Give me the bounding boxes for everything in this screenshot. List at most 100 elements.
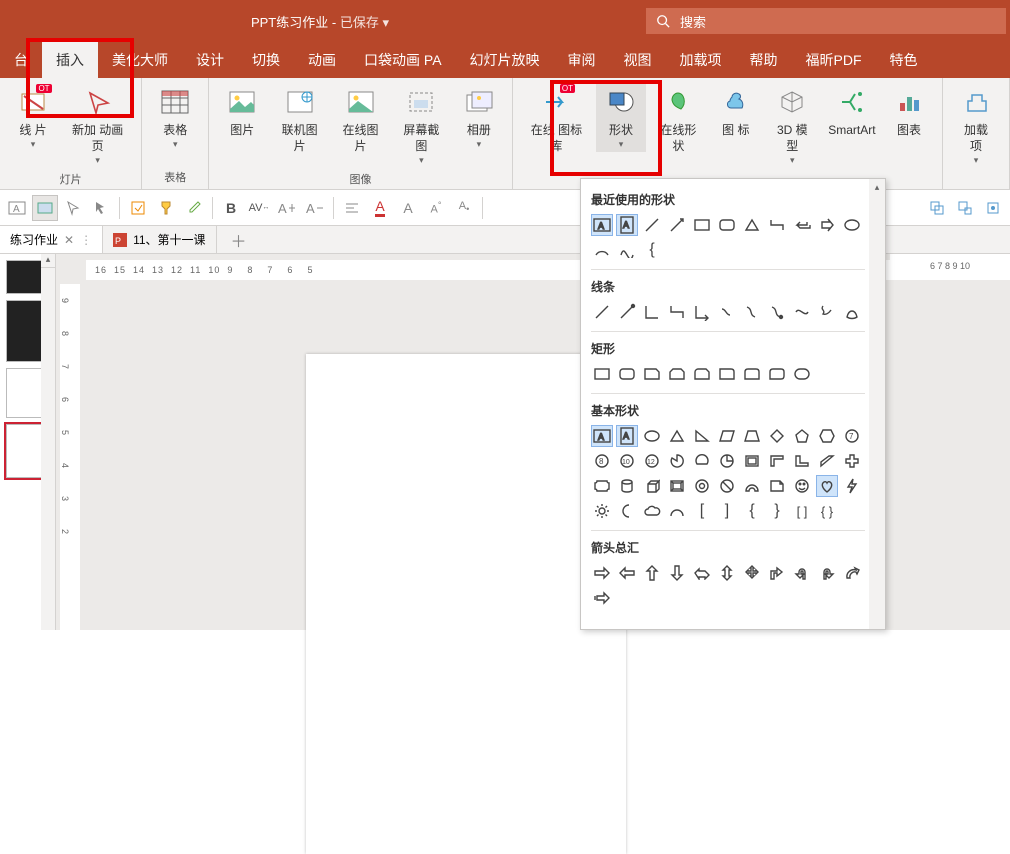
shape-connector[interactable] xyxy=(766,214,788,236)
line-4[interactable] xyxy=(666,301,688,323)
panel-scrollbar[interactable]: ▴ xyxy=(869,179,885,629)
line-11[interactable] xyxy=(841,301,863,323)
bshape-blockarc[interactable] xyxy=(741,475,763,497)
bshape-cloud[interactable] xyxy=(641,500,663,522)
bshape-hex[interactable] xyxy=(816,425,838,447)
shape-curve[interactable] xyxy=(616,239,638,261)
bshape-fold[interactable] xyxy=(766,475,788,497)
bshape-dbrace[interactable]: { } xyxy=(816,500,838,522)
rect-3[interactable] xyxy=(641,363,663,385)
ar-d[interactable] xyxy=(666,562,688,584)
tab-0[interactable]: 台 xyxy=(0,42,42,78)
rect-5[interactable] xyxy=(691,363,713,385)
bshape-dodec[interactable]: 12 xyxy=(641,450,663,472)
tab-review[interactable]: 审阅 xyxy=(554,42,610,78)
q-font-size-a[interactable]: A xyxy=(395,195,421,221)
q-select[interactable] xyxy=(88,195,114,221)
q-superscript[interactable]: A° xyxy=(423,195,449,221)
btn-newslide[interactable]: OT 线 片 xyxy=(8,82,58,152)
btn-online-shapes[interactable]: 在线形状 xyxy=(650,82,707,156)
bshape-moon[interactable] xyxy=(616,500,638,522)
rect-9[interactable] xyxy=(791,363,813,385)
q-font-inc[interactable]: A xyxy=(274,195,300,221)
q-align[interactable] xyxy=(339,195,365,221)
btn-add-anim-page[interactable]: 新加 动画页 xyxy=(62,82,133,168)
btn-screenshot[interactable]: 屏幕截图 xyxy=(393,82,450,168)
ar-r[interactable] xyxy=(591,562,613,584)
q-action[interactable] xyxy=(125,195,151,221)
bshape-txt-v[interactable]: A xyxy=(616,425,638,447)
line-9[interactable] xyxy=(791,301,813,323)
thumbnail-pane[interactable]: ▴ xyxy=(0,254,56,630)
tab-help[interactable]: 帮助 xyxy=(736,42,792,78)
shape-triangle[interactable] xyxy=(741,214,763,236)
save-status-caret[interactable]: ▾ xyxy=(382,15,389,30)
search-box[interactable]: 搜索 xyxy=(646,8,1006,34)
line-1[interactable] xyxy=(591,301,613,323)
q-pointer[interactable] xyxy=(60,195,86,221)
btn-table[interactable]: 表格 xyxy=(150,82,200,152)
bshape-hept[interactable]: 7 xyxy=(841,425,863,447)
tab-addins[interactable]: 加载项 xyxy=(666,42,736,78)
shape-line[interactable] xyxy=(641,214,663,236)
shape-oval[interactable] xyxy=(841,214,863,236)
q-layout[interactable] xyxy=(32,195,58,221)
slide-canvas[interactable] xyxy=(306,354,626,854)
tab-special[interactable]: 特色 xyxy=(876,42,932,78)
rect-7[interactable] xyxy=(741,363,763,385)
bshape-dec[interactable]: 10 xyxy=(616,450,638,472)
ar-ud[interactable] xyxy=(716,562,738,584)
q-textbox[interactable]: A xyxy=(4,195,30,221)
tab-design[interactable]: 设计 xyxy=(182,42,238,78)
more-icon[interactable]: ⋮ xyxy=(80,233,92,247)
thumb-scrollbar[interactable]: ▴ xyxy=(41,254,55,630)
shape-brace[interactable]: { xyxy=(641,239,663,261)
btn-shapes[interactable]: 形状 xyxy=(596,82,646,152)
bshape-bracket-l[interactable]: [ xyxy=(691,500,713,522)
bshape-arc2[interactable] xyxy=(666,500,688,522)
line-10[interactable] xyxy=(816,301,838,323)
bshape-smiley[interactable] xyxy=(791,475,813,497)
bshape-pie[interactable] xyxy=(666,450,688,472)
bshape-trap[interactable] xyxy=(741,425,763,447)
doctab-1[interactable]: P 11、第十一课 xyxy=(103,226,216,253)
bshape-heart[interactable] xyxy=(816,475,838,497)
bshape-tri[interactable] xyxy=(666,425,688,447)
ar-lr[interactable] xyxy=(691,562,713,584)
shape-l-arrow[interactable] xyxy=(791,214,813,236)
ar-l[interactable] xyxy=(616,562,638,584)
btn-picture[interactable]: 图片 xyxy=(217,82,267,140)
bshape-oval[interactable] xyxy=(641,425,663,447)
shape-rect[interactable] xyxy=(691,214,713,236)
bshape-cross[interactable] xyxy=(841,450,863,472)
rect-4[interactable] xyxy=(666,363,688,385)
q-subscript[interactable]: A• xyxy=(451,195,477,221)
tab-pa[interactable]: 口袋动画 PA xyxy=(350,42,456,78)
bshape-can[interactable] xyxy=(616,475,638,497)
q-font-dec[interactable]: A xyxy=(302,195,328,221)
shape-textbox-v[interactable]: A xyxy=(616,214,638,236)
bshape-sun[interactable] xyxy=(591,500,613,522)
bshape-noentry[interactable] xyxy=(716,475,738,497)
tab-beautify[interactable]: 美化大师 xyxy=(98,42,182,78)
bshape-plaque[interactable] xyxy=(591,475,613,497)
ar-striped[interactable] xyxy=(591,587,613,609)
ar-curved[interactable] xyxy=(841,562,863,584)
tab-view[interactable]: 视图 xyxy=(610,42,666,78)
bshape-para[interactable] xyxy=(716,425,738,447)
tab-slideshow[interactable]: 幻灯片放映 xyxy=(456,42,554,78)
bshape-brace-r[interactable]: } xyxy=(766,500,788,522)
ar-bent[interactable] xyxy=(766,562,788,584)
bshape-lightning[interactable] xyxy=(841,475,863,497)
rect-2[interactable] xyxy=(616,363,638,385)
q-ungroup[interactable] xyxy=(952,195,978,221)
bshape-cube[interactable] xyxy=(641,475,663,497)
line-3[interactable] xyxy=(641,301,663,323)
bshape-chord[interactable] xyxy=(691,450,713,472)
q-bold[interactable]: B xyxy=(218,195,244,221)
shape-textbox-h[interactable]: A xyxy=(591,214,613,236)
ar-u[interactable] xyxy=(641,562,663,584)
tab-transition[interactable]: 切换 xyxy=(238,42,294,78)
q-font-color[interactable]: A xyxy=(367,195,393,221)
tab-insert[interactable]: 插入 xyxy=(42,42,98,78)
